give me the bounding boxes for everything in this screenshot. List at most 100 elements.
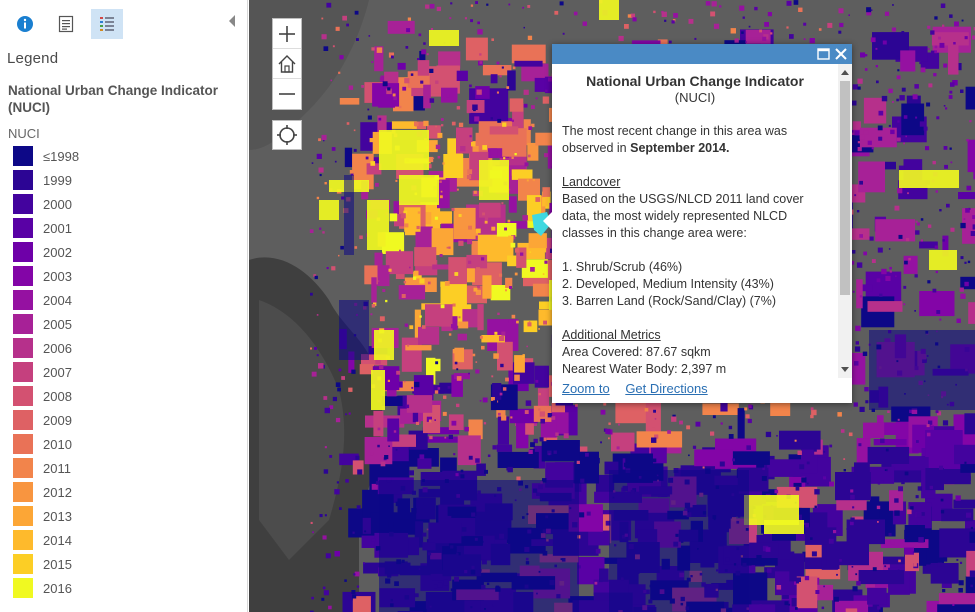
zoom-to-link[interactable]: Zoom to (562, 381, 610, 396)
change-pixel (535, 97, 538, 100)
change-pixel (750, 487, 753, 491)
change-pixel (651, 437, 657, 443)
change-pixel (929, 425, 935, 430)
change-pixel (759, 29, 762, 33)
change-pixel (528, 126, 533, 130)
change-pixel (538, 328, 540, 330)
change-pixel (456, 403, 460, 408)
legend-swatch (13, 146, 33, 166)
change-block (900, 50, 916, 72)
change-pixel (538, 393, 541, 396)
zoom-out-button[interactable] (273, 79, 301, 109)
change-pixel (801, 477, 807, 483)
change-pixel (371, 304, 376, 308)
maximize-icon[interactable] (817, 48, 830, 60)
info-tool-button[interactable] (9, 9, 41, 39)
change-pixel (473, 190, 477, 194)
change-pixel (856, 581, 861, 586)
change-pixel (456, 376, 462, 381)
change-pixel (321, 17, 324, 20)
change-pixel (719, 461, 725, 467)
change-pixel (903, 142, 905, 145)
change-pixel (855, 325, 861, 332)
change-block (511, 169, 533, 180)
change-pixel (795, 486, 800, 491)
change-pixel (854, 346, 861, 352)
change-pixel (399, 105, 402, 109)
change-pixel (928, 83, 933, 88)
change-pixel (851, 566, 854, 568)
change-pixel (866, 7, 872, 13)
change-pixel (942, 239, 945, 242)
change-pixel (486, 3, 489, 6)
map-view[interactable]: National Urban Change Indicator (NUCI) T… (249, 0, 975, 612)
change-pixel (526, 179, 529, 182)
change-pixel (501, 202, 504, 205)
legend-swatch (13, 410, 33, 430)
zoom-in-button[interactable] (273, 19, 301, 49)
change-pixel (476, 267, 481, 272)
change-pixel (530, 442, 535, 447)
change-pixel (949, 90, 953, 94)
change-pixel (491, 38, 494, 41)
change-pixel (786, 26, 789, 29)
popup-pointer (543, 212, 552, 230)
legend-item: 2016 (0, 576, 247, 600)
change-pixel (916, 512, 922, 518)
scroll-thumb[interactable] (840, 81, 850, 295)
change-pixel (548, 453, 551, 456)
change-pixel (915, 116, 918, 119)
scroll-down-arrow[interactable] (841, 367, 849, 372)
change-pixel (892, 4, 894, 6)
legend-label: 2011 (43, 460, 71, 476)
chevron-left-icon[interactable] (226, 12, 238, 30)
change-pixel (671, 20, 675, 24)
change-pixel (705, 1, 711, 6)
change-pixel (933, 73, 937, 77)
details-tool-button[interactable] (50, 9, 82, 39)
change-pixel (490, 117, 493, 120)
change-pixel (527, 322, 532, 327)
change-pixel (919, 121, 926, 127)
popup-scrollbar[interactable] (838, 64, 852, 378)
change-pixel (347, 595, 353, 601)
change-pixel (803, 22, 807, 26)
change-pixel (955, 495, 961, 501)
legend-swatch (13, 170, 33, 190)
change-pixel (618, 35, 624, 42)
locate-icon (277, 125, 297, 145)
legend-item: 2002 (0, 240, 247, 264)
change-block (588, 530, 610, 546)
legend-tool-button[interactable] (91, 9, 123, 39)
change-block (397, 62, 406, 70)
change-block (509, 408, 538, 424)
change-pixel (375, 481, 380, 485)
legend-item: 2007 (0, 360, 247, 384)
recent-change-block (479, 160, 509, 200)
change-pixel (864, 68, 868, 71)
change-pixel (864, 387, 869, 392)
legend-swatch (13, 386, 33, 406)
change-block (937, 604, 975, 612)
get-directions-link[interactable]: Get Directions (625, 381, 707, 396)
change-pixel (950, 161, 953, 164)
change-pixel (501, 331, 506, 336)
close-icon[interactable] (834, 47, 848, 61)
home-button[interactable] (273, 49, 301, 79)
change-pixel (916, 222, 920, 226)
change-pixel (496, 61, 500, 65)
change-pixel (532, 178, 535, 182)
locate-button[interactable] (272, 120, 302, 150)
change-block (387, 20, 415, 34)
change-pixel (505, 289, 507, 292)
legend-swatch (13, 338, 33, 358)
change-block (417, 60, 430, 76)
panel-resize-handle[interactable]: ⋮ (246, 364, 247, 388)
change-pixel (810, 537, 813, 540)
change-pixel (382, 81, 388, 87)
scroll-up-arrow[interactable] (841, 70, 849, 75)
change-pixel (434, 390, 439, 394)
change-pixel (855, 573, 858, 576)
change-block (514, 374, 520, 381)
change-pixel (963, 218, 966, 220)
